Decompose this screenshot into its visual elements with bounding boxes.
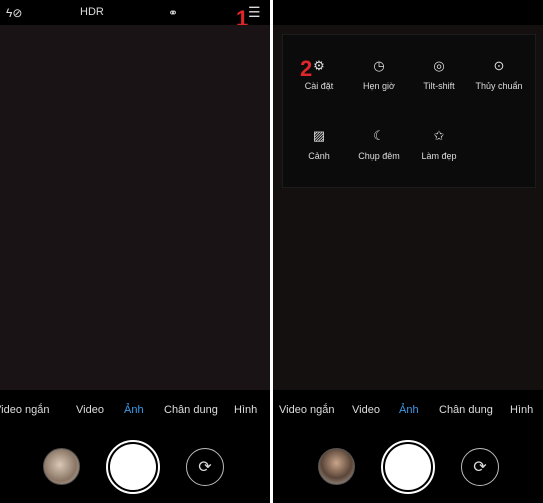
menu-item-level[interactable]: ⊙ Thủy chuẩn <box>467 57 531 91</box>
switch-camera-button[interactable]: ⟳ <box>186 448 224 486</box>
mode-short-video[interactable]: Video ngắn <box>279 404 334 416</box>
mode-short-video[interactable]: Video ngắn <box>0 404 49 416</box>
switch-camera-button[interactable]: ⟳ <box>461 448 499 486</box>
gallery-thumbnail[interactable] <box>318 448 355 485</box>
mode-video[interactable]: Video <box>76 404 104 416</box>
menu-item-night[interactable]: ☾ Chụp đêm <box>347 127 411 161</box>
filters-icon[interactable]: ⚭ <box>168 6 178 20</box>
mode-photo[interactable]: Ảnh <box>399 404 419 416</box>
gallery-thumbnail[interactable] <box>43 448 80 485</box>
mode-portrait[interactable]: Chân dung <box>439 404 493 416</box>
rotate-camera-icon: ⟳ <box>198 459 212 476</box>
landscape-icon: ▨ <box>312 128 326 143</box>
mode-more[interactable]: Hình <box>234 404 257 416</box>
viewfinder[interactable] <box>0 25 270 390</box>
mode-selector: Video ngắn Video Ảnh Chân dung Hình <box>0 404 270 418</box>
mode-photo[interactable]: Ảnh <box>124 404 144 416</box>
shutter-button[interactable] <box>106 440 160 494</box>
top-bar: ϟ⊘ HDR ⚭ ☰ 1 <box>0 0 270 31</box>
settings-menu: ⚙ Cài đặt ◷ Hẹn giờ ◎ Tilt-shift ⊙ Thủy chuẩ… <box>282 34 536 188</box>
menu-item-beauty[interactable]: ✩ Làm đẹp <box>407 127 471 161</box>
tilt-shift-icon: ◎ <box>433 58 445 73</box>
clock-icon: ◷ <box>373 58 385 73</box>
camera-screen-left: ϟ⊘ HDR ⚭ ☰ 1 Video ngắn Video Ảnh Chân d… <box>0 0 270 503</box>
rotate-camera-icon: ⟳ <box>473 459 487 476</box>
menu-item-timer[interactable]: ◷ Hẹn giờ <box>347 57 411 91</box>
menu-item-settings[interactable]: ⚙ Cài đặt <box>287 57 351 91</box>
mode-video[interactable]: Video <box>352 404 380 416</box>
menu-item-tilt-shift[interactable]: ◎ Tilt-shift <box>407 57 471 91</box>
mode-more[interactable]: Hình <box>510 404 533 416</box>
menu-item-scene[interactable]: ▨ Cảnh <box>287 127 351 161</box>
beauty-wand-icon: ✩ <box>433 128 445 143</box>
moon-icon: ☾ <box>373 128 385 143</box>
camera-screen-right: ⚙ Cài đặt ◷ Hẹn giờ ◎ Tilt-shift ⊙ Thủy chuẩ… <box>273 0 543 503</box>
level-icon: ⊙ <box>493 58 505 73</box>
flash-off-icon[interactable]: ϟ⊘ <box>6 6 22 20</box>
step-marker: 2 <box>300 56 313 81</box>
gear-icon: ⚙ <box>313 58 325 73</box>
shutter-button[interactable] <box>381 440 435 494</box>
mode-portrait[interactable]: Chân dung <box>164 404 218 416</box>
mode-selector: Video ngắn Video Ảnh Chân dung Hình <box>273 404 543 418</box>
hdr-toggle[interactable]: HDR <box>80 6 104 18</box>
hamburger-menu-icon[interactable]: ☰ <box>248 4 261 21</box>
top-bar <box>273 0 543 25</box>
